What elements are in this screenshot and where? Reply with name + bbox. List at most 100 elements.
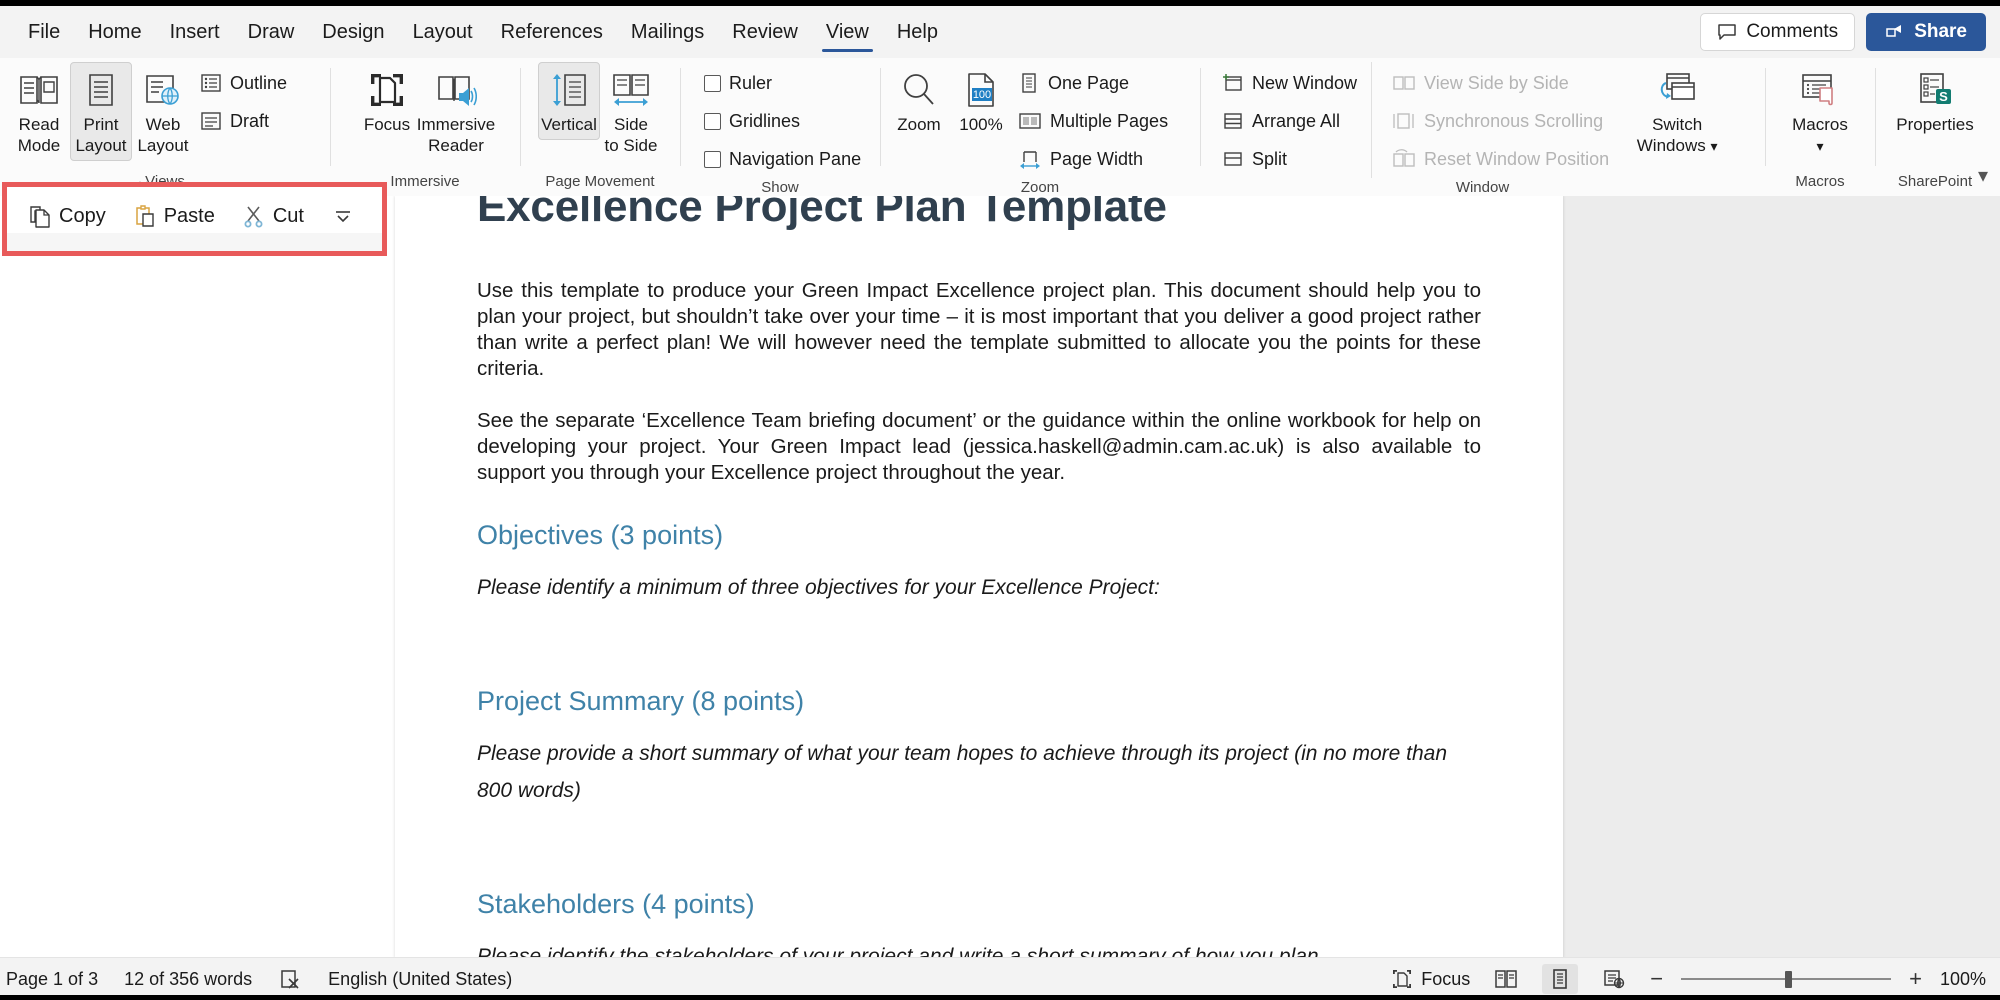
paste-icon xyxy=(134,204,156,228)
multiple-pages-icon xyxy=(1018,110,1042,132)
split-label: Split xyxy=(1252,148,1288,169)
one-page-button[interactable]: One Page xyxy=(1012,64,1174,102)
focus-mode-button[interactable]: Focus xyxy=(1391,968,1470,990)
zoom-minus-label: − xyxy=(1650,966,1664,991)
gridlines-checkbox-item[interactable]: Gridlines xyxy=(698,102,867,140)
zoom-slider[interactable] xyxy=(1681,969,1892,989)
web-layout-view-button[interactable] xyxy=(1596,964,1632,994)
arrange-all-icon xyxy=(1222,110,1244,132)
read-mode-button[interactable]: Read Mode xyxy=(8,62,70,161)
page-width-icon xyxy=(1018,148,1042,170)
tab-home[interactable]: Home xyxy=(74,9,155,55)
view-side-by-side-button[interactable]: View Side by Side xyxy=(1386,64,1615,102)
draft-button[interactable]: Draft xyxy=(194,102,293,140)
copy-icon xyxy=(29,204,51,228)
tab-view[interactable]: View xyxy=(812,9,883,55)
navigation-pane-label: Navigation Pane xyxy=(729,148,862,169)
tab-file[interactable]: File xyxy=(14,9,74,55)
immersive-reader-icon xyxy=(435,68,477,112)
zoom-100-button[interactable]: 100 100% xyxy=(950,62,1012,140)
tab-references[interactable]: References xyxy=(487,9,617,55)
document-page[interactable]: Excellence Project Plan Template Use thi… xyxy=(395,196,1563,958)
proofing-status-icon[interactable] xyxy=(278,968,302,990)
zoom-level-indicator[interactable]: 100% xyxy=(1940,969,1986,990)
navigation-pane-checkbox[interactable] xyxy=(704,150,721,168)
page-title: Excellence Project Plan Template xyxy=(477,196,1167,231)
macros-button[interactable]: Macros ▾ xyxy=(1782,62,1858,162)
split-button[interactable]: Split xyxy=(1216,140,1363,178)
comments-label: Comments xyxy=(1746,21,1839,42)
tab-layout[interactable]: Layout xyxy=(399,9,487,55)
clipboard-overflow-button[interactable] xyxy=(320,196,366,236)
body-stakeholders: Please identify the stakeholders of your… xyxy=(477,945,1319,958)
heading-project-summary: Project Summary (8 points) xyxy=(477,686,805,716)
tab-draw[interactable]: Draw xyxy=(234,9,309,55)
zoom-in-button[interactable]: + xyxy=(1909,968,1922,990)
ribbon: Read Mode Print Layout Web Layout Outlin… xyxy=(0,58,2000,197)
side-to-side-button[interactable]: Side to Side xyxy=(600,62,662,161)
tab-mailings[interactable]: Mailings xyxy=(617,9,718,55)
tab-label: Mailings xyxy=(630,20,705,43)
vertical-scroll-icon xyxy=(547,68,591,112)
web-layout-button[interactable]: Web Layout xyxy=(132,62,194,161)
tab-label: Draw xyxy=(247,20,295,43)
tab-insert[interactable]: Insert xyxy=(156,9,234,55)
print-layout-button[interactable]: Print Layout xyxy=(70,62,132,161)
clipboard-popup-footer xyxy=(7,233,382,251)
word-count[interactable]: 12 of 356 words xyxy=(124,969,252,990)
navigation-pane-checkbox-item[interactable]: Navigation Pane xyxy=(698,140,867,178)
read-mode-label: Read Mode xyxy=(17,115,61,155)
outline-button[interactable]: Outline xyxy=(194,64,293,102)
multiple-pages-button[interactable]: Multiple Pages xyxy=(1012,102,1174,140)
share-button[interactable]: Share xyxy=(1866,13,1986,51)
immersive-reader-button[interactable]: Immersive Reader xyxy=(417,62,495,161)
synchronous-scrolling-label: Synchronous Scrolling xyxy=(1424,110,1604,131)
ruler-checkbox[interactable] xyxy=(704,74,721,92)
print-layout-view-button[interactable] xyxy=(1542,964,1579,994)
zoom-slider-thumb[interactable] xyxy=(1785,971,1793,988)
ribbon-group-immersive: Focus Immersive Reader Immersive xyxy=(330,58,520,196)
zoom-button[interactable]: Zoom xyxy=(888,62,950,140)
page-width-button[interactable]: Page Width xyxy=(1012,140,1174,178)
document-canvas: Excellence Project Plan Template Use thi… xyxy=(0,196,2000,958)
vertical-button[interactable]: Vertical xyxy=(538,62,600,140)
document-body[interactable]: Excellence Project Plan Template Use thi… xyxy=(477,196,1481,958)
read-mode-view-button[interactable] xyxy=(1488,964,1524,994)
page-indicator[interactable]: Page 1 of 3 xyxy=(6,969,98,990)
comments-button[interactable]: Comments xyxy=(1700,13,1856,51)
new-window-button[interactable]: New Window xyxy=(1216,64,1363,102)
tab-review[interactable]: Review xyxy=(718,9,812,55)
tab-help[interactable]: Help xyxy=(883,9,952,55)
zoom-out-button[interactable]: − xyxy=(1650,968,1663,990)
ribbon-group-views: Read Mode Print Layout Web Layout Outlin… xyxy=(0,58,330,196)
page-indicator-label: Page 1 of 3 xyxy=(6,968,99,989)
ruler-checkbox-item[interactable]: Ruler xyxy=(698,64,867,102)
focus-label-small: Focus xyxy=(1421,968,1471,989)
ribbon-collapse-button[interactable]: ▾ xyxy=(1978,163,1988,188)
focus-icon-small xyxy=(1391,968,1413,990)
new-window-label: New Window xyxy=(1252,72,1358,93)
gridlines-label: Gridlines xyxy=(729,110,801,131)
properties-button[interactable]: S Properties xyxy=(1885,62,1985,140)
clipboard-popup-panel[interactable]: Copy Paste Cut xyxy=(2,182,387,256)
status-bar: Page 1 of 3 12 of 356 words English (Uni… xyxy=(0,957,2000,1000)
comment-bubble-icon xyxy=(1717,23,1737,41)
cut-button[interactable]: Cut xyxy=(231,196,316,236)
side-to-side-label: Side to Side xyxy=(604,115,658,155)
view-side-by-side-label: View Side by Side xyxy=(1424,72,1569,93)
gridlines-checkbox[interactable] xyxy=(704,112,721,130)
arrange-all-button[interactable]: Arrange All xyxy=(1216,102,1363,140)
chevron-down-icon xyxy=(332,206,354,226)
paste-label: Paste xyxy=(163,204,215,227)
switch-windows-button[interactable]: Switch Windows ▾ xyxy=(1637,62,1718,162)
language-label: English (United States) xyxy=(328,968,513,989)
synchronous-scrolling-button[interactable]: Synchronous Scrolling xyxy=(1386,102,1615,140)
reset-window-position-button[interactable]: Reset Window Position xyxy=(1386,140,1615,178)
tab-design[interactable]: Design xyxy=(308,9,398,55)
paste-button[interactable]: Paste xyxy=(122,196,227,236)
language-indicator[interactable]: English (United States) xyxy=(328,969,512,990)
new-window-icon xyxy=(1222,72,1244,94)
copy-button[interactable]: Copy xyxy=(17,196,118,236)
ribbon-group-zoom: Zoom 100 100% One Page Multiple Pages Pa… xyxy=(880,58,1200,196)
focus-button[interactable]: Focus xyxy=(356,62,418,140)
